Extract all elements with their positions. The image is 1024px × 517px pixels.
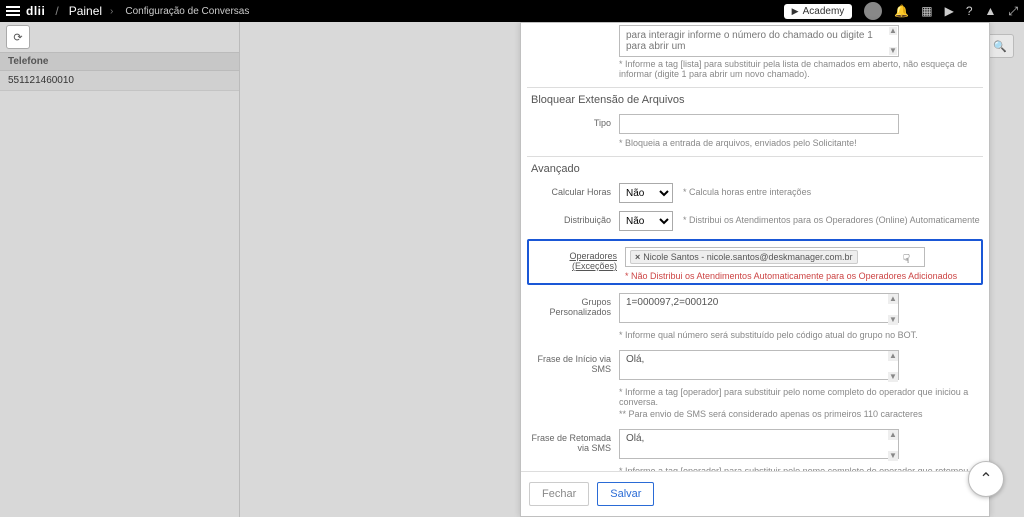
- breadcrumb: Configuração de Conversas: [125, 6, 249, 17]
- sms-retomada-label: Frase de Retomada via SMS: [527, 429, 619, 453]
- bell-icon[interactable]: 🔔: [894, 4, 909, 18]
- page-title: Painel: [69, 4, 102, 18]
- search-icon[interactable]: 🔍: [993, 40, 1007, 53]
- section-advanced: Avançado: [527, 156, 983, 179]
- tipo-note: * Bloqueia a entrada de arquivos, enviad…: [619, 138, 983, 148]
- sms-inicio-note2: ** Para envio de SMS será considerado ap…: [619, 409, 983, 419]
- help-icon[interactable]: ?: [966, 4, 973, 18]
- expand-icon[interactable]: ⤢: [1008, 4, 1018, 19]
- sms-inicio-input[interactable]: Olá,: [619, 350, 899, 380]
- play-icon[interactable]: ▶: [945, 4, 954, 18]
- grupos-note: * Informe qual número será substituído p…: [619, 330, 983, 340]
- grid-icon[interactable]: ▦: [921, 4, 932, 18]
- close-button[interactable]: Fechar: [529, 482, 589, 506]
- brand-logo: dlii: [26, 4, 45, 18]
- sms-inicio-label: Frase de Início via SMS: [527, 350, 619, 374]
- operator-tag[interactable]: × Nicole Santos - nicole.santos@deskmana…: [630, 250, 858, 264]
- refresh-button[interactable]: ⟳: [6, 25, 30, 49]
- sidebar-column-header: Telefone: [0, 52, 239, 71]
- dist-help: * Distribui os Atendimentos para os Oper…: [683, 211, 980, 225]
- save-button[interactable]: Salvar: [597, 482, 654, 506]
- avatar[interactable]: [864, 2, 882, 20]
- settings-modal: para interagir informe o número do chama…: [520, 22, 990, 517]
- grupos-input[interactable]: 1=000097,2=000120: [619, 293, 899, 323]
- warning-icon[interactable]: ▲: [985, 4, 997, 18]
- dist-label: Distribuição: [527, 211, 619, 225]
- calc-label: Calcular Horas: [527, 183, 619, 197]
- refresh-icon: ⟳: [13, 31, 22, 44]
- section-block-files: Bloquear Extensão de Arquivos: [527, 87, 983, 110]
- ops-label: Operadores (Exceções): [533, 247, 625, 271]
- calc-help: * Calcula horas entre interações: [683, 183, 811, 197]
- tipo-input[interactable]: [619, 114, 899, 134]
- intro-note: * Informe a tag [lista] para substituir …: [619, 59, 983, 79]
- tipo-label: Tipo: [527, 114, 619, 128]
- academy-button[interactable]: ▶ Academy: [784, 4, 853, 19]
- intro-textarea[interactable]: para interagir informe o número do chama…: [619, 25, 899, 57]
- calc-select[interactable]: Não: [619, 183, 673, 203]
- sms-retomada-input[interactable]: Olá,: [619, 429, 899, 459]
- scroll-top-button[interactable]: ⌃: [968, 461, 1004, 497]
- ops-tag-input[interactable]: × Nicole Santos - nicole.santos@deskmana…: [625, 247, 925, 267]
- ops-note: * Não Distribui os Atendimentos Automati…: [625, 271, 977, 281]
- remove-tag-icon[interactable]: ×: [635, 252, 640, 262]
- cursor-icon: ☟: [903, 252, 910, 266]
- menu-icon[interactable]: [6, 6, 20, 16]
- dist-select[interactable]: Não: [619, 211, 673, 231]
- grupos-label: Grupos Personalizados: [527, 293, 619, 317]
- operators-highlight: Operadores (Exceções) × Nicole Santos - …: [527, 239, 983, 285]
- sms-inicio-note1: * Informe a tag [operador] para substitu…: [619, 387, 983, 407]
- chevron-up-icon: ⌃: [979, 469, 992, 489]
- sidebar-phone-row[interactable]: 551121460010: [0, 71, 239, 91]
